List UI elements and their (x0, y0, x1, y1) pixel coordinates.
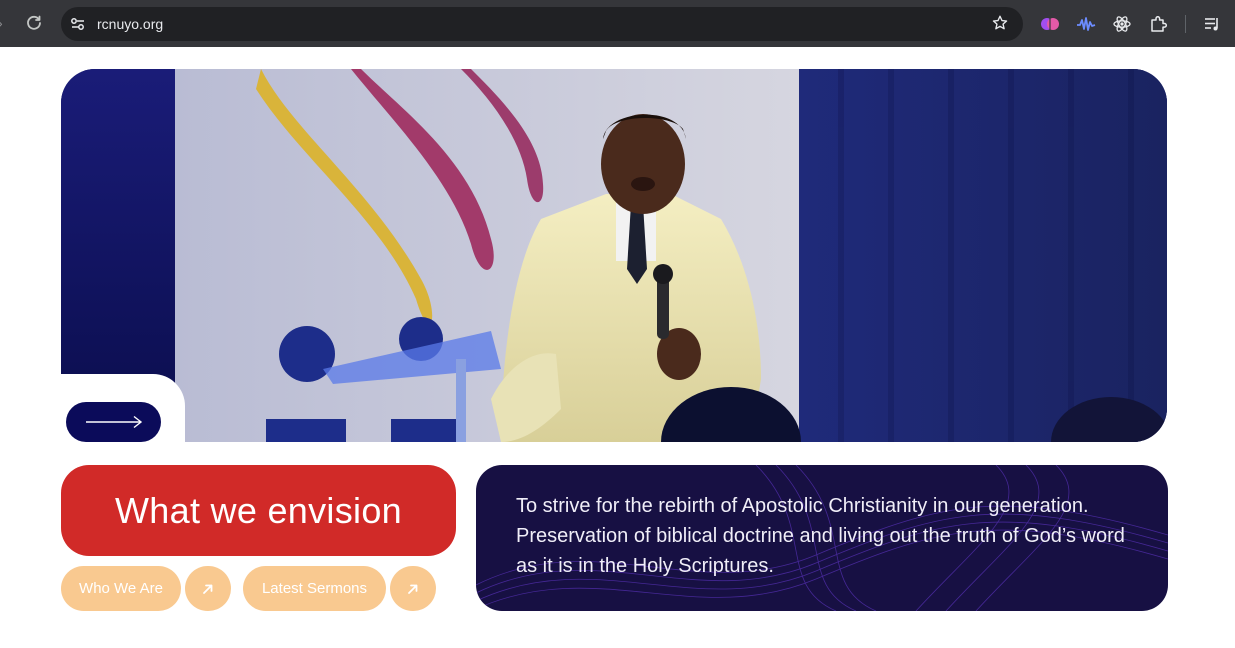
arrow-up-right-icon (408, 584, 418, 594)
reading-list-icon[interactable] (1202, 14, 1222, 34)
hero-image (61, 69, 1167, 442)
envision-banner: What we envision (61, 465, 456, 556)
url-text[interactable]: rcnuyo.org (97, 15, 163, 33)
forward-icon[interactable]: › (0, 14, 8, 32)
latest-sermons-link[interactable]: Latest Sermons (243, 566, 386, 611)
react-extension-icon[interactable] (1112, 14, 1132, 34)
reload-icon[interactable] (24, 13, 44, 33)
who-we-are-link[interactable]: Who We Are (61, 566, 181, 611)
site-settings-icon[interactable] (69, 15, 87, 33)
waveform-extension-icon[interactable] (1076, 14, 1096, 34)
envision-heading: What we envision (115, 489, 402, 531)
hero-next-button[interactable] (66, 402, 161, 442)
arrow-up-right-icon (203, 584, 213, 594)
mission-text: To strive for the rebirth of Apostolic C… (516, 495, 1125, 577)
browser-toolbar: › rcnuyo.org (0, 0, 1235, 47)
preacher-photo (61, 69, 1167, 442)
mission-card: To strive for the rebirth of Apostolic C… (476, 465, 1168, 611)
who-we-are-arrow-button[interactable] (185, 566, 231, 611)
arrow-right-icon (85, 415, 142, 429)
brain-extension-icon[interactable] (1040, 14, 1060, 34)
latest-sermons-arrow-button[interactable] (390, 566, 436, 611)
extension-icon[interactable] (1148, 14, 1168, 34)
toolbar-divider (1185, 15, 1186, 33)
bookmark-star-icon[interactable] (991, 14, 1009, 32)
address-bar[interactable]: rcnuyo.org (61, 7, 1023, 41)
